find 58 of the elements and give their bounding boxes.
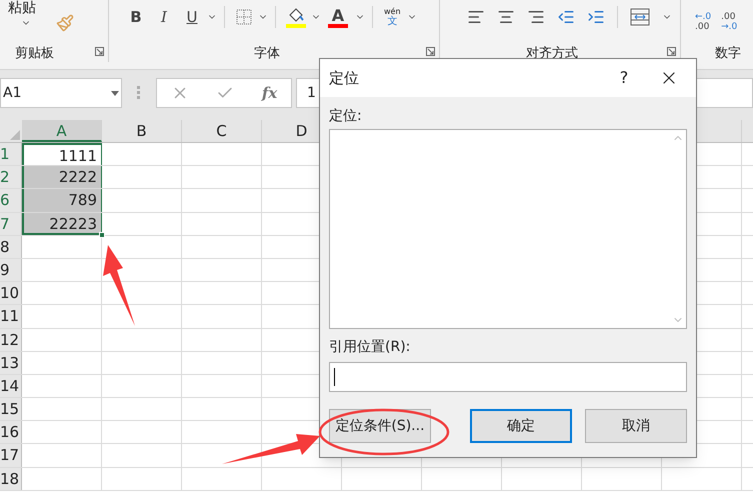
table-cell: 789	[22, 189, 102, 212]
text-cursor	[334, 368, 335, 386]
increase-indent-icon[interactable]	[587, 8, 605, 26]
dropdown-icon[interactable]	[111, 90, 119, 96]
row-header[interactable]: 6	[0, 189, 22, 212]
align-right-icon[interactable]	[527, 8, 545, 26]
name-box[interactable]: A1	[0, 78, 122, 108]
merge-cells-icon[interactable]	[630, 8, 650, 26]
dialog-button[interactable]: 定位条件(S)...	[329, 409, 431, 443]
help-button[interactable]: ?	[609, 66, 639, 90]
row-header[interactable]: 2	[0, 166, 22, 188]
decrease-indent-icon[interactable]	[557, 8, 575, 26]
dialog-launcher-icon[interactable]	[667, 47, 676, 56]
row-header[interactable]: 13	[0, 352, 22, 374]
bold-button[interactable]: B	[123, 6, 149, 28]
paste-button[interactable]: 粘贴	[8, 0, 36, 16]
table-cell: 1111	[22, 143, 102, 166]
row-header[interactable]: 10	[0, 282, 22, 304]
reference-label: 引用位置(R):	[329, 338, 412, 356]
row-header[interactable]: 12	[0, 328, 22, 351]
column-header[interactable]: B	[102, 120, 182, 142]
phonetic-button[interactable]: wén 文	[384, 7, 401, 27]
row-header[interactable]: 16	[0, 421, 22, 444]
fill-handle[interactable]	[99, 232, 105, 238]
group-label: 数字	[715, 45, 741, 63]
font-color-button[interactable]: A	[327, 6, 349, 28]
increase-decimal-button[interactable]: ←.0 .00	[695, 12, 712, 32]
row-header[interactable]: 1	[0, 143, 22, 166]
fill-color-icon[interactable]	[285, 6, 307, 28]
borders-icon[interactable]	[236, 9, 252, 25]
column-header[interactable]: A	[22, 120, 102, 142]
row-header[interactable]: 18	[0, 468, 22, 490]
row-header[interactable]: 17	[0, 444, 22, 467]
table-cell: 22223	[22, 212, 102, 235]
table-cell: 2222	[22, 166, 102, 188]
decrease-decimal-button[interactable]: .00 →.0	[721, 12, 738, 32]
dialog-launcher-icon[interactable]	[95, 47, 104, 56]
group-label: 剪贴板	[15, 45, 54, 63]
dialog-button[interactable]: 确定	[470, 409, 572, 443]
group-label: 对齐方式	[526, 45, 578, 63]
row-header[interactable]: 8	[0, 236, 22, 258]
row-header[interactable]: 7	[0, 212, 22, 235]
underline-button[interactable]: U	[179, 6, 205, 28]
row-header[interactable]: 11	[0, 305, 22, 328]
dialog-title: 定位	[329, 68, 360, 89]
column-header[interactable]: C	[182, 120, 262, 142]
dialog-button[interactable]: 取消	[585, 409, 687, 443]
row-header[interactable]: 9	[0, 258, 22, 282]
dialog-launcher-icon[interactable]	[426, 47, 435, 56]
row-header[interactable]: 14	[0, 374, 22, 398]
align-center-icon[interactable]	[497, 8, 515, 26]
reference-input[interactable]	[329, 362, 687, 392]
group-label: 字体	[254, 45, 280, 63]
align-left-icon[interactable]	[467, 8, 485, 26]
insert-function-button[interactable]: fx	[262, 82, 278, 104]
italic-button[interactable]: I	[151, 6, 177, 28]
row-header[interactable]: 15	[0, 398, 22, 420]
grip-icon	[137, 86, 141, 100]
